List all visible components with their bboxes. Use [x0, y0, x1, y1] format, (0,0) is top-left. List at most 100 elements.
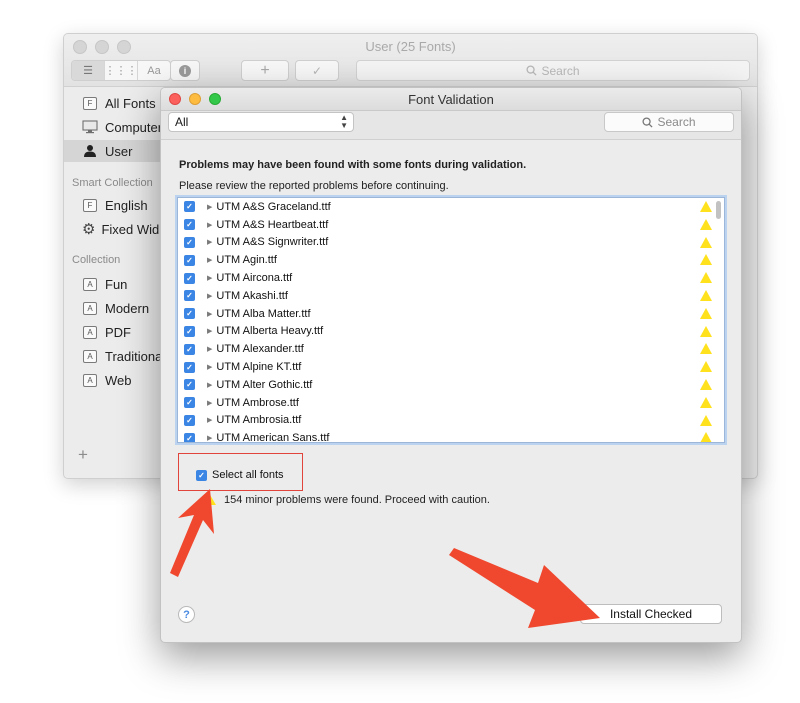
warning-icon	[700, 432, 712, 442]
font-list-row[interactable]: ✓ ▶ UTM Alpine KT.ttf	[178, 358, 724, 376]
install-checked-button[interactable]: Install Checked	[580, 604, 722, 624]
disclosure-triangle-icon[interactable]: ▶	[207, 310, 212, 318]
font-list-row[interactable]: ✓ ▶ UTM Akashi.ttf	[178, 287, 724, 305]
checkbox-checked-icon[interactable]: ✓	[184, 254, 195, 266]
disclosure-triangle-icon[interactable]: ▶	[207, 399, 212, 407]
font-file-name: UTM American Sans.ttf	[216, 432, 330, 443]
font-list-row[interactable]: ✓ ▶ UTM Alter Gothic.ttf	[178, 376, 724, 394]
info-icon: i	[179, 64, 191, 77]
checkbox-checked-icon[interactable]: ✓	[184, 343, 195, 355]
disclosure-triangle-icon[interactable]: ▶	[207, 203, 212, 211]
checkbox-checked-icon[interactable]: ✓	[184, 397, 195, 409]
warning-icon	[700, 236, 712, 248]
checkbox-checked-icon[interactable]: ✓	[196, 469, 207, 481]
font-file-name: UTM Aircona.ttf	[216, 272, 293, 285]
font-list-row[interactable]: ✓ ▶ UTM American Sans.ttf	[178, 429, 724, 443]
search-placeholder: Search	[657, 115, 696, 129]
warning-icon	[700, 289, 712, 301]
checkbox-checked-icon[interactable]: ✓	[184, 219, 195, 231]
collection-icon: A	[83, 277, 97, 291]
sidebar-item-traditional[interactable]: A Traditiona	[64, 345, 164, 367]
search-icon	[642, 116, 654, 128]
validate-font-button[interactable]: ✓	[295, 60, 339, 81]
checkbox-checked-icon[interactable]: ✓	[184, 379, 195, 391]
checkbox-checked-icon[interactable]: ✓	[184, 325, 195, 337]
font-list-row[interactable]: ✓ ▶ UTM Ambrosia.ttf	[178, 412, 724, 430]
select-all-label: Select all fonts	[212, 469, 284, 481]
search-placeholder: Search	[541, 63, 580, 78]
font-list-row[interactable]: ✓ ▶ UTM Alexander.ttf	[178, 340, 724, 358]
font-list-row[interactable]: ✓ ▶ UTM Alba Matter.ttf	[178, 305, 724, 323]
disclosure-triangle-icon[interactable]: ▶	[207, 381, 212, 389]
font-file-name: UTM Ambrosia.ttf	[216, 414, 302, 427]
checkbox-checked-icon[interactable]: ✓	[184, 201, 195, 213]
grid-view-icon[interactable]: ⋮⋮⋮	[105, 61, 138, 80]
font-list-row[interactable]: ✓ ▶ UTM Ambrose.ttf	[178, 394, 724, 412]
font-file-name: UTM Ambrose.ttf	[216, 396, 299, 409]
font-book-search[interactable]: Search	[356, 60, 750, 81]
disclosure-triangle-icon[interactable]: ▶	[207, 238, 212, 246]
sidebar-item-label: Traditiona	[105, 348, 163, 364]
font-list-row[interactable]: ✓ ▶ UTM A&S Graceland.ttf	[178, 198, 724, 216]
font-list-row[interactable]: ✓ ▶ UTM Alberta Heavy.ttf	[178, 323, 724, 341]
warning-icon	[700, 343, 712, 355]
sidebar-item-fixed-width[interactable]: ⚙ Fixed Wid	[64, 218, 164, 240]
sidebar-item-modern[interactable]: A Modern	[64, 297, 164, 319]
disclosure-triangle-icon[interactable]: ▶	[207, 292, 212, 300]
sample-view-icon[interactable]: Aa	[138, 61, 170, 80]
font-file-name: UTM Alter Gothic.ttf	[216, 378, 313, 391]
sidebar-item-user[interactable]: User	[64, 140, 164, 162]
disclosure-triangle-icon[interactable]: ▶	[207, 274, 212, 282]
collection-icon: A	[83, 301, 97, 315]
disclosure-triangle-icon[interactable]: ▶	[207, 416, 212, 424]
help-button[interactable]: ?	[178, 606, 195, 623]
disclosure-triangle-icon[interactable]: ▶	[207, 256, 212, 264]
warning-icon	[700, 361, 712, 373]
collection-icon: A	[83, 349, 97, 363]
checkbox-checked-icon[interactable]: ✓	[184, 432, 195, 442]
add-collection-button[interactable]: +	[78, 445, 88, 465]
font-book-sidebar: F All Fonts Computer User Smart Collecti…	[64, 87, 164, 478]
disclosure-triangle-icon[interactable]: ▶	[207, 434, 212, 442]
checkbox-checked-icon[interactable]: ✓	[184, 236, 195, 248]
checkbox-checked-icon[interactable]: ✓	[184, 290, 195, 302]
add-font-button[interactable]: +	[241, 60, 289, 81]
font-list-row[interactable]: ✓ ▶ UTM A&S Heartbeat.ttf	[178, 216, 724, 234]
warning-icon	[700, 218, 712, 230]
dialog-search-input[interactable]: Search	[604, 112, 734, 132]
font-problem-list[interactable]: ✓ ▶ UTM A&S Graceland.ttf ✓ ▶ UTM A&S Heartbe…	[177, 197, 725, 443]
sidebar-item-label: Fun	[105, 276, 128, 292]
disclosure-triangle-icon[interactable]: ▶	[207, 345, 212, 353]
sidebar-item-english[interactable]: F English	[64, 194, 164, 216]
filter-select[interactable]: All ▲ ▼	[168, 112, 354, 132]
sidebar-item-fun[interactable]: A Fun	[64, 273, 164, 295]
disclosure-triangle-icon[interactable]: ▶	[207, 363, 212, 371]
sidebar-item-all-fonts[interactable]: F All Fonts	[64, 92, 164, 114]
collection-icon: A	[83, 373, 97, 387]
dialog-toolbar: All ▲ ▼ Search	[161, 111, 741, 140]
checkbox-checked-icon[interactable]: ✓	[184, 308, 195, 320]
font-list-row[interactable]: ✓ ▶ UTM A&S Signwriter.ttf	[178, 234, 724, 252]
warning-icon	[700, 201, 712, 212]
disclosure-triangle-icon[interactable]: ▶	[207, 327, 212, 335]
font-list-row[interactable]: ✓ ▶ UTM Agin.ttf	[178, 251, 724, 269]
checkbox-checked-icon[interactable]: ✓	[184, 361, 195, 373]
select-all-checkbox[interactable]: ✓ Select all fonts	[196, 469, 284, 481]
info-button[interactable]: i	[170, 60, 200, 81]
sidebar-item-web[interactable]: A Web	[64, 369, 164, 391]
checkbox-checked-icon[interactable]: ✓	[184, 272, 195, 284]
checkbox-checked-icon[interactable]: ✓	[184, 414, 195, 426]
list-view-icon[interactable]: ☰	[72, 61, 105, 80]
sidebar-item-pdf[interactable]: A PDF	[64, 321, 164, 343]
smart-collection-heading: Smart Collection	[72, 177, 153, 189]
warning-icon	[700, 378, 712, 390]
sidebar-item-label: Modern	[105, 300, 150, 316]
collection-heading: Collection	[72, 254, 121, 266]
window-title: User (25 Fonts)	[365, 39, 456, 54]
sidebar-item-computer[interactable]: Computer	[64, 116, 164, 138]
disclosure-triangle-icon[interactable]: ▶	[207, 221, 212, 229]
font-list-row[interactable]: ✓ ▶ UTM Aircona.ttf	[178, 269, 724, 287]
view-mode-control[interactable]: ☰ ⋮⋮⋮ Aa	[71, 60, 171, 81]
font-file-name: UTM Akashi.ttf	[216, 289, 288, 302]
warning-icon	[700, 307, 712, 319]
